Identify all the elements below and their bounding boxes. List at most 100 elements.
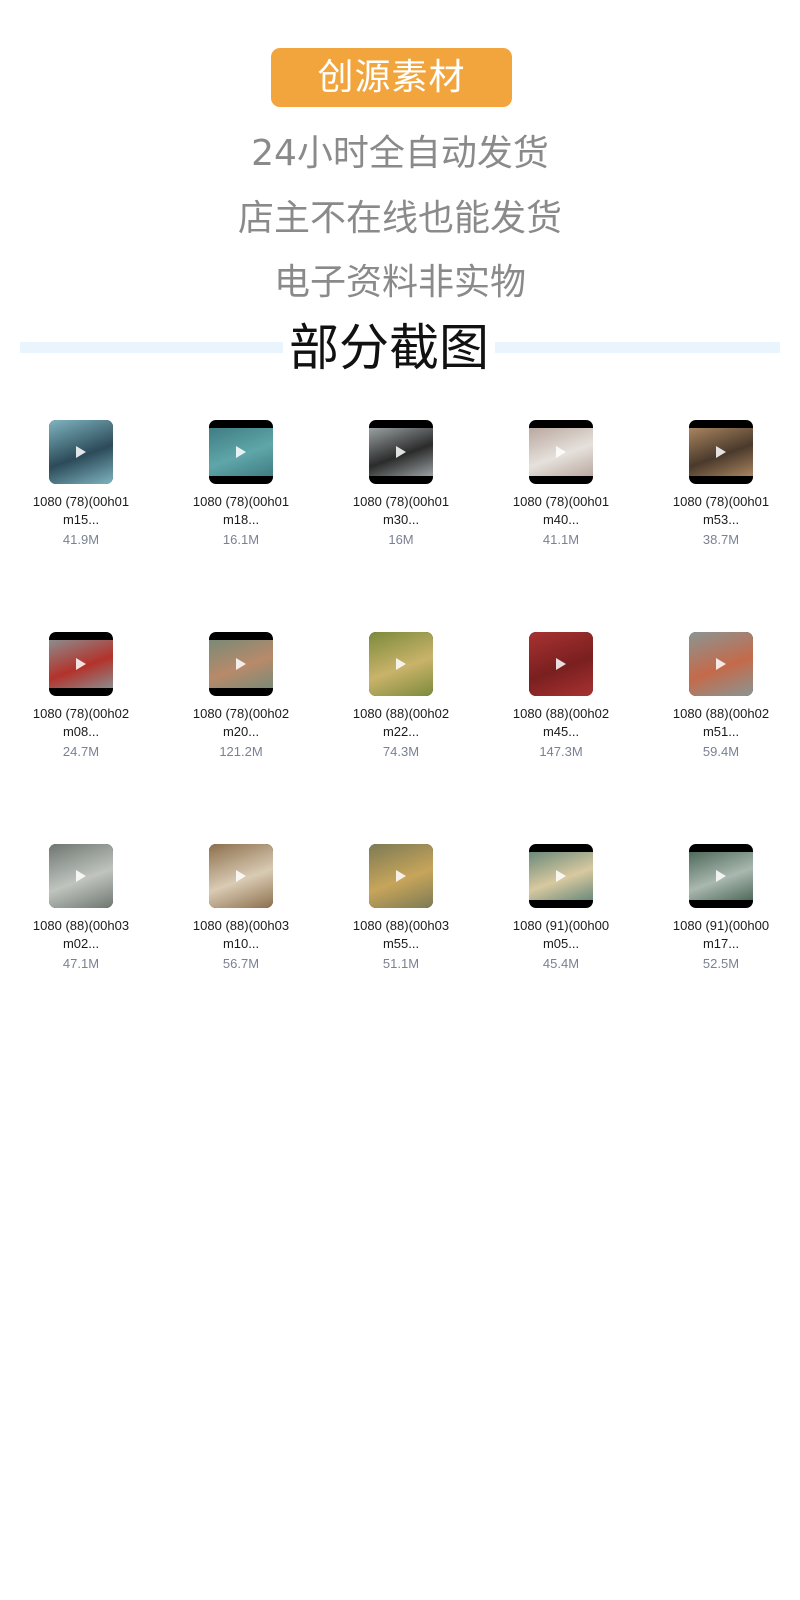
video-thumbnail[interactable] (689, 632, 753, 696)
file-tile[interactable]: 1080 (88)(00h02 m22... 74.3M (326, 632, 476, 761)
file-name-line1: 1080 (78)(00h01 (352, 494, 450, 509)
file-tile[interactable]: 1080 (78)(00h02 m08... 24.7M (6, 632, 156, 761)
file-name-line1: 1080 (88)(00h03 (32, 918, 130, 933)
file-name-line2: m51... (702, 724, 740, 739)
file-name: 1080 (91)(00h00 m17... (646, 917, 796, 953)
file-tile[interactable]: 1080 (78)(00h02 m20... 121.2M (166, 632, 316, 761)
play-icon (556, 870, 566, 882)
file-size: 147.3M (539, 744, 583, 759)
play-icon (396, 870, 406, 882)
file-size: 59.4M (702, 744, 740, 759)
video-thumbnail[interactable] (369, 420, 433, 484)
video-thumbnail[interactable] (369, 632, 433, 696)
file-name-line1: 1080 (88)(00h03 (352, 918, 450, 933)
play-icon (236, 658, 246, 670)
video-thumbnail[interactable] (689, 420, 753, 484)
file-name-line1: 1080 (78)(00h01 (512, 494, 610, 509)
file-tile[interactable]: 1080 (91)(00h00 m05... 45.4M (486, 844, 636, 973)
play-icon (236, 446, 246, 458)
file-tile[interactable]: 1080 (88)(00h02 m51... 59.4M (646, 632, 796, 761)
file-tile[interactable]: 1080 (78)(00h01 m53... 38.7M (646, 420, 796, 549)
play-icon (236, 870, 246, 882)
play-icon (76, 870, 86, 882)
file-name: 1080 (88)(00h02 m22... (326, 705, 476, 741)
file-size: 121.2M (219, 744, 263, 759)
file-name: 1080 (78)(00h02 m08... (6, 705, 156, 741)
file-name: 1080 (88)(00h03 m10... (166, 917, 316, 953)
file-name: 1080 (78)(00h01 m18... (166, 493, 316, 529)
video-thumbnail[interactable] (529, 632, 593, 696)
file-size: 56.7M (222, 956, 260, 971)
file-tile[interactable]: 1080 (78)(00h01 m15... 41.9M (6, 420, 156, 549)
file-name: 1080 (78)(00h02 m20... (166, 705, 316, 741)
play-icon (716, 870, 726, 882)
file-name-line1: 1080 (78)(00h01 (672, 494, 770, 509)
file-size: 74.3M (382, 744, 420, 759)
file-size: 47.1M (62, 956, 100, 971)
play-icon (76, 658, 86, 670)
file-tile[interactable]: 1080 (88)(00h03 m02... 47.1M (6, 844, 156, 973)
file-name-line2: m10... (222, 936, 260, 951)
file-tile[interactable]: 1080 (78)(00h01 m40... 41.1M (486, 420, 636, 549)
play-icon (76, 446, 86, 458)
file-name-line1: 1080 (91)(00h00 (512, 918, 610, 933)
file-size: 52.5M (702, 956, 740, 971)
file-name: 1080 (78)(00h01 m40... (486, 493, 636, 529)
video-thumbnail[interactable] (49, 844, 113, 908)
video-thumbnail[interactable] (209, 632, 273, 696)
file-name-line1: 1080 (88)(00h03 (192, 918, 290, 933)
file-size: 16M (388, 532, 414, 547)
video-thumbnail[interactable] (49, 632, 113, 696)
file-name-line1: 1080 (88)(00h02 (672, 706, 770, 721)
file-tile[interactable]: 1080 (78)(00h01 m30... 16M (326, 420, 476, 549)
file-name-line1: 1080 (78)(00h01 (192, 494, 290, 509)
file-name-line2: m30... (382, 512, 420, 527)
file-tile[interactable]: 1080 (78)(00h01 m18... 16.1M (166, 420, 316, 549)
play-icon (556, 446, 566, 458)
file-name-line2: m08... (62, 724, 100, 739)
file-name-line1: 1080 (88)(00h02 (352, 706, 450, 721)
file-size: 24.7M (62, 744, 100, 759)
video-thumbnail[interactable] (529, 420, 593, 484)
file-name: 1080 (91)(00h00 m05... (486, 917, 636, 953)
file-name-line2: m15... (62, 512, 100, 527)
file-name-line2: m22... (382, 724, 420, 739)
file-name-line1: 1080 (91)(00h00 (672, 918, 770, 933)
video-thumbnail[interactable] (689, 844, 753, 908)
file-size: 45.4M (542, 956, 580, 971)
file-tile[interactable]: 1080 (88)(00h03 m55... 51.1M (326, 844, 476, 973)
video-thumbnail[interactable] (209, 420, 273, 484)
file-size: 38.7M (702, 532, 740, 547)
play-icon (396, 658, 406, 670)
file-size: 16.1M (222, 532, 260, 547)
file-name: 1080 (88)(00h03 m02... (6, 917, 156, 953)
file-size: 51.1M (382, 956, 420, 971)
file-name-line2: m20... (222, 724, 260, 739)
video-thumbnail[interactable] (209, 844, 273, 908)
file-grid: 1080 (78)(00h01 m15... 41.9M 1080 (78)(00h0… (0, 0, 800, 1000)
file-name: 1080 (78)(00h01 m53... (646, 493, 796, 529)
file-tile[interactable]: 1080 (88)(00h02 m45... 147.3M (486, 632, 636, 761)
file-tile[interactable]: 1080 (88)(00h03 m10... 56.7M (166, 844, 316, 973)
video-thumbnail[interactable] (529, 844, 593, 908)
video-thumbnail[interactable] (49, 420, 113, 484)
video-thumbnail[interactable] (369, 844, 433, 908)
file-name-line2: m55... (382, 936, 420, 951)
file-tile[interactable]: 1080 (91)(00h00 m17... 52.5M (646, 844, 796, 973)
file-name: 1080 (78)(00h01 m30... (326, 493, 476, 529)
file-name-line1: 1080 (78)(00h02 (192, 706, 290, 721)
file-name: 1080 (88)(00h03 m55... (326, 917, 476, 953)
play-icon (396, 446, 406, 458)
file-name-line2: m53... (702, 512, 740, 527)
play-icon (716, 446, 726, 458)
file-name-line2: m05... (542, 936, 580, 951)
file-name-line2: m17... (702, 936, 740, 951)
play-icon (556, 658, 566, 670)
file-name-line1: 1080 (88)(00h02 (512, 706, 610, 721)
file-size: 41.1M (542, 532, 580, 547)
file-name-line2: m02... (62, 936, 100, 951)
file-name-line2: m18... (222, 512, 260, 527)
file-size: 41.9M (62, 532, 100, 547)
file-name: 1080 (78)(00h01 m15... (6, 493, 156, 529)
file-name: 1080 (88)(00h02 m51... (646, 705, 796, 741)
